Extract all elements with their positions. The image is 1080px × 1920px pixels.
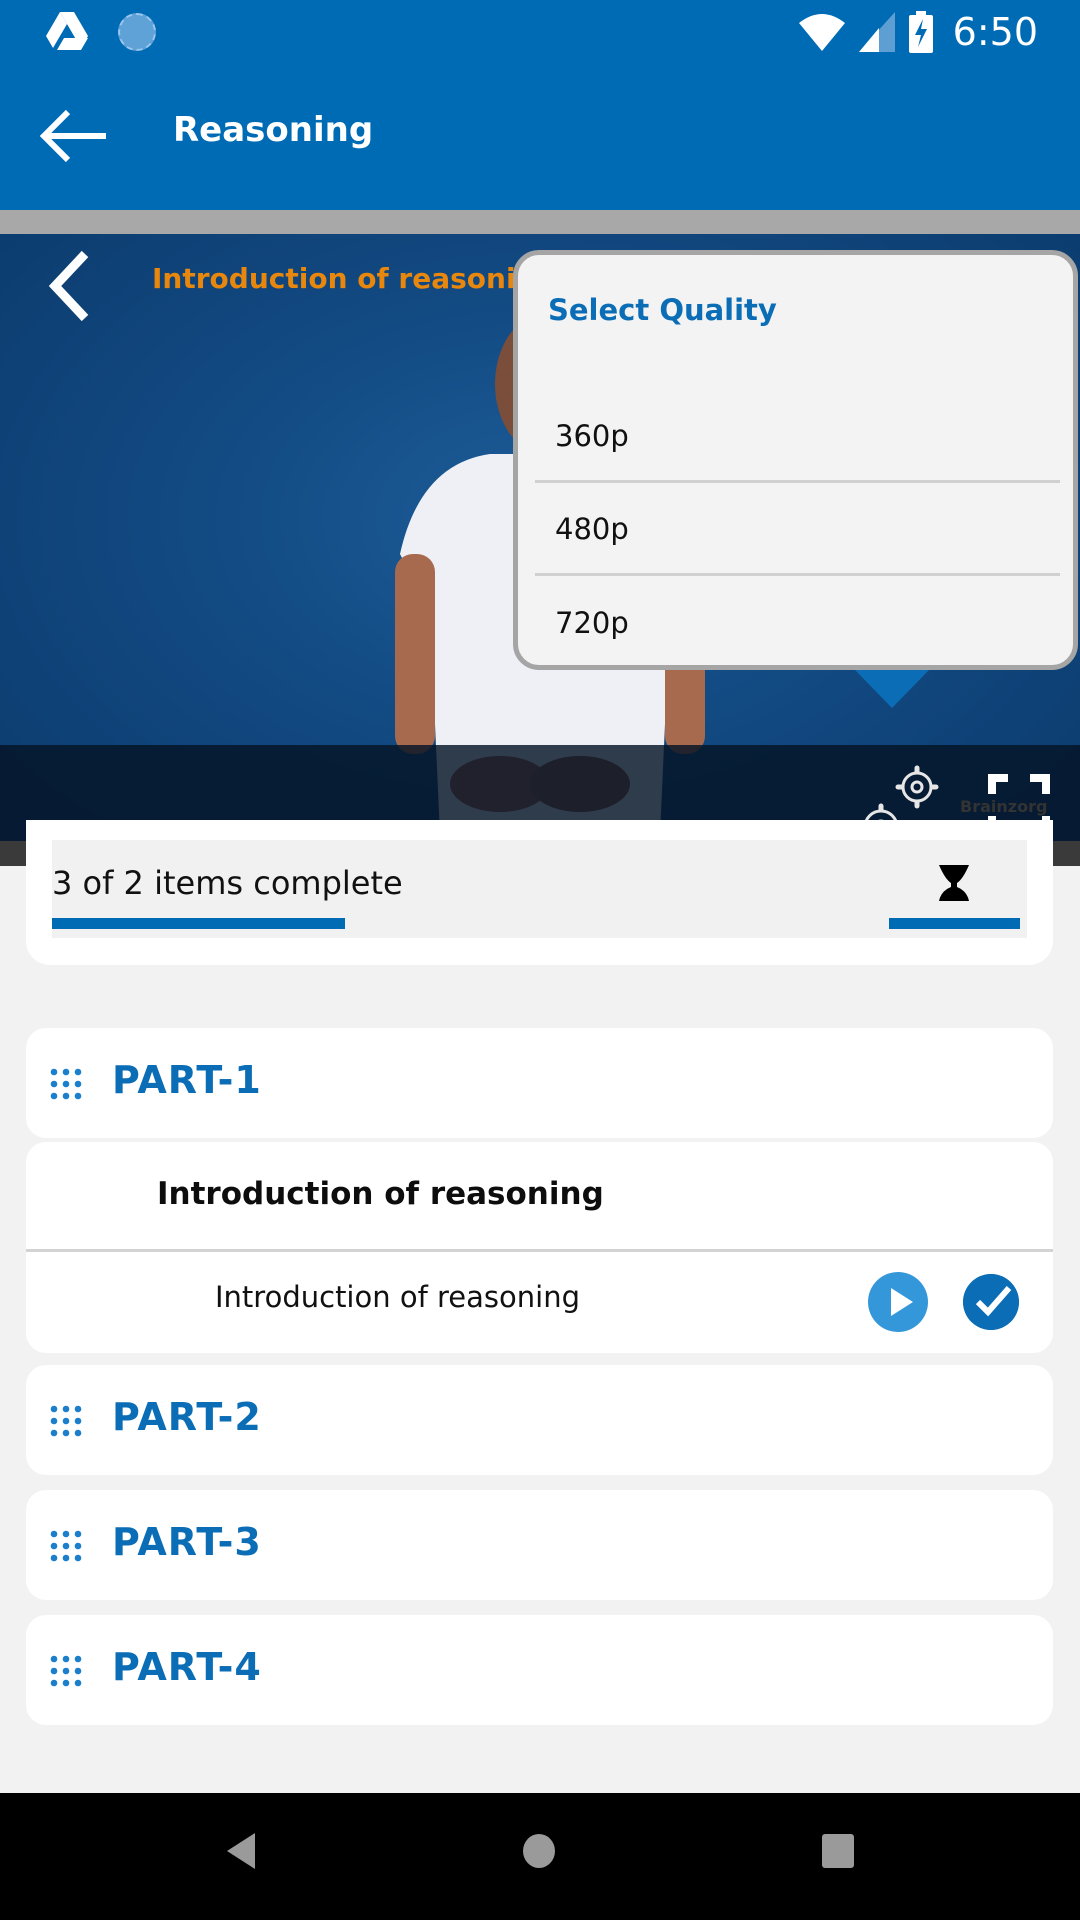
page-title: Reasoning: [173, 110, 374, 150]
popup-pointer: [855, 670, 929, 708]
completed-check-icon: [963, 1274, 1019, 1330]
lesson-title: Introduction of reasoning: [215, 1280, 580, 1314]
part-label: PART-4: [112, 1645, 262, 1689]
video-back-icon[interactable]: [45, 246, 95, 326]
lesson-row[interactable]: Introduction of reasoning: [26, 1252, 1053, 1353]
system-nav-bar: [0, 1793, 1080, 1920]
nav-home-icon[interactable]: [522, 1833, 556, 1869]
part-1-header[interactable]: PART-1: [26, 1028, 1053, 1138]
wifi-icon: [798, 14, 845, 51]
part-label: PART-1: [112, 1058, 262, 1102]
drive-icon: [46, 12, 88, 50]
progress-card: 3 of 2 items complete: [26, 820, 1053, 965]
divider-strip: [0, 210, 1080, 234]
progress-text: 3 of 2 items complete: [52, 864, 403, 902]
section-title: Introduction of reasoning: [157, 1176, 604, 1212]
quality-option-480p[interactable]: 480p: [535, 484, 1060, 576]
grid-icon: [50, 1405, 82, 1437]
quality-option-360p[interactable]: 360p: [535, 391, 1060, 483]
app-bar: Reasoning: [0, 70, 1080, 210]
play-icon[interactable]: [868, 1272, 928, 1332]
battery-charging-icon: [908, 11, 933, 53]
video-title: Introduction of reasoning: [152, 262, 520, 295]
section-header[interactable]: Introduction of reasoning: [26, 1142, 1053, 1252]
nav-recents-icon[interactable]: [821, 1833, 855, 1869]
part-2-header[interactable]: PART-2: [26, 1365, 1053, 1475]
quality-menu: Select Quality 360p 480p 720p: [513, 250, 1078, 670]
grid-icon: [50, 1530, 82, 1562]
quality-menu-title: Select Quality: [548, 293, 777, 327]
clock: 6:50: [952, 10, 1038, 54]
sync-icon: [118, 13, 156, 51]
part-label: PART-2: [112, 1395, 262, 1439]
progress-bar-fill: [52, 918, 345, 929]
quality-option-720p[interactable]: 720p: [535, 577, 1060, 669]
trophy-icon: [939, 865, 969, 901]
grid-icon: [50, 1655, 82, 1687]
part-3-header[interactable]: PART-3: [26, 1490, 1053, 1600]
signal-icon: [858, 12, 895, 52]
part-4-header[interactable]: PART-4: [26, 1615, 1053, 1725]
grid-icon: [50, 1068, 82, 1100]
back-arrow-icon[interactable]: [40, 108, 110, 164]
progress-bar-end: [889, 918, 1020, 929]
nav-back-icon[interactable]: [225, 1833, 257, 1869]
part-label: PART-3: [112, 1520, 262, 1564]
status-bar: 6:50: [0, 0, 1080, 70]
